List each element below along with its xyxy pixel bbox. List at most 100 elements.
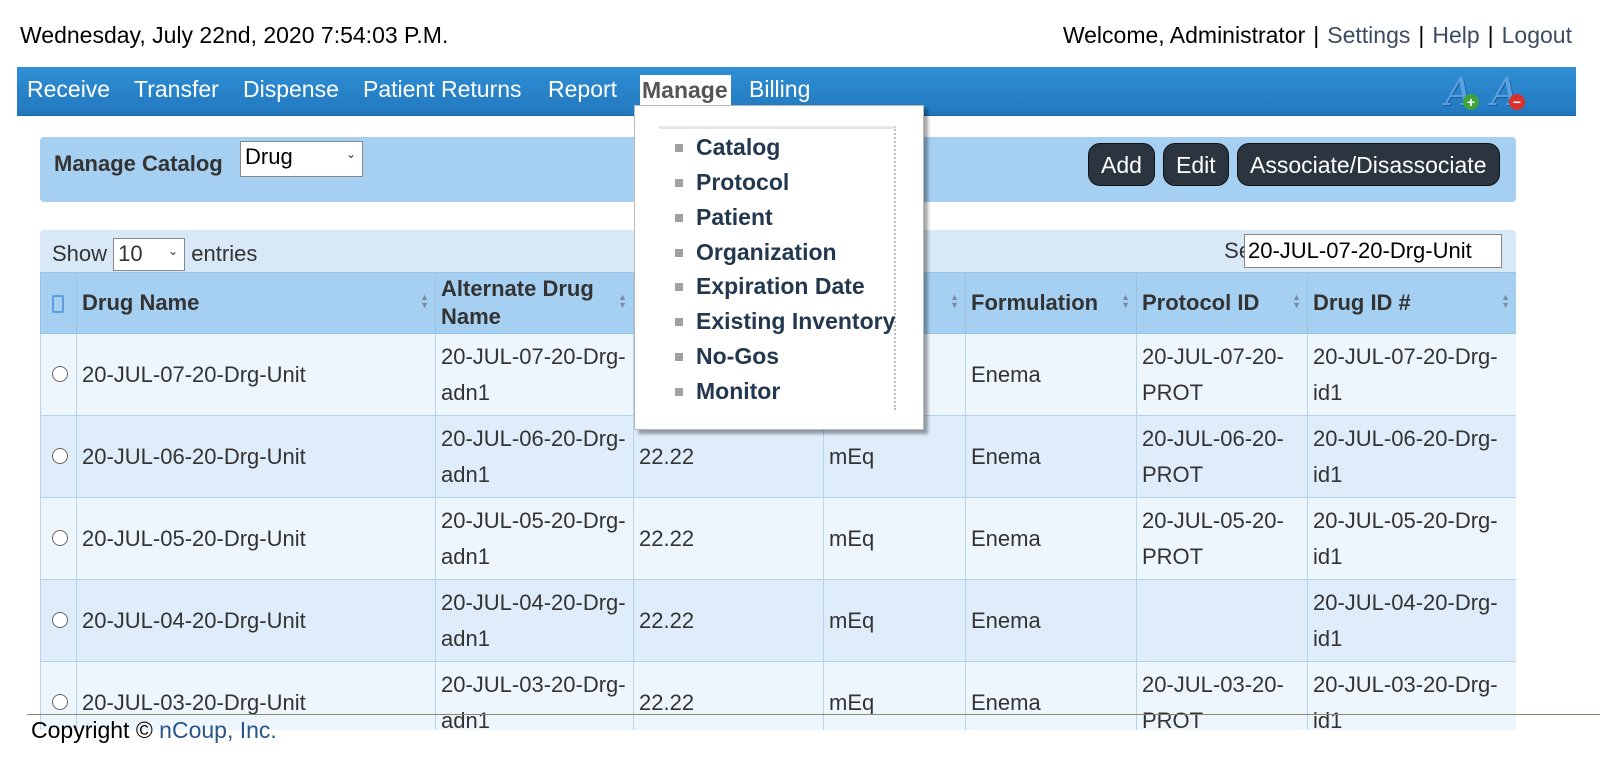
- nav-billing[interactable]: Billing: [749, 76, 810, 103]
- font-increase-icon[interactable]: A +: [1443, 70, 1479, 114]
- sort-icon: ▲ ▼: [950, 292, 959, 310]
- drug-name-cell: 20-JUL-07-20-Drg-Unit: [76, 333, 436, 416]
- nav-dispense[interactable]: Dispense: [243, 76, 339, 103]
- associate-disassociate-button[interactable]: Associate/Disassociate: [1237, 143, 1500, 186]
- top-bar: Wednesday, July 22nd, 2020 7:54:03 P.M. …: [20, 22, 1572, 52]
- font-decrease-icon[interactable]: A −: [1489, 70, 1525, 114]
- catalog-type-select[interactable]: Drug ⌄: [240, 141, 363, 177]
- drug-name-cell: 20-JUL-05-20-Drg-Unit: [76, 497, 436, 580]
- footer-divider: [27, 714, 1600, 715]
- unit-cell: mEq: [823, 579, 966, 662]
- col-formulation[interactable]: Formulation ▲ ▼: [965, 272, 1137, 334]
- manage-catalog-label: Manage Catalog: [54, 151, 223, 176]
- chevron-down-icon: ⌄: [168, 244, 179, 258]
- drug-id-cell: 20-JUL-04-20-Drg-id1: [1307, 579, 1516, 662]
- alternate-drug-name-cell: 20-JUL-07-20-Drg-adn1: [435, 333, 634, 416]
- row-select-cell[interactable]: [40, 579, 77, 662]
- help-link[interactable]: Help: [1432, 22, 1479, 48]
- sort-icon: ▲ ▼: [618, 292, 627, 310]
- bullet-icon: [675, 388, 683, 396]
- formulation-cell: Enema: [965, 415, 1137, 498]
- drug-name-cell: 20-JUL-04-20-Drg-Unit: [76, 579, 436, 662]
- bullet-icon: [675, 179, 683, 187]
- nav-transfer[interactable]: Transfer: [134, 76, 219, 103]
- row-select-cell[interactable]: [40, 415, 77, 498]
- col-alternate-drug-name[interactable]: Alternate Drug Name ▲ ▼: [435, 272, 634, 334]
- nav-report[interactable]: Report: [548, 76, 617, 103]
- col-drug-name[interactable]: Drug Name ▲ ▼: [76, 272, 436, 334]
- drug-id-cell: 20-JUL-05-20-Drg-id1: [1307, 497, 1516, 580]
- search-input[interactable]: [1244, 234, 1502, 268]
- strength-cell: 22.22: [633, 497, 824, 580]
- row-select-cell[interactable]: [40, 333, 77, 416]
- nav-patient-returns[interactable]: Patient Returns: [363, 76, 522, 103]
- nav-receive[interactable]: Receive: [27, 76, 110, 103]
- col-drug-id[interactable]: Drug ID # ▲ ▼: [1307, 272, 1516, 334]
- column-visibility-toggle[interactable]: [40, 272, 77, 334]
- current-datetime: Wednesday, July 22nd, 2020 7:54:03 P.M.: [20, 22, 449, 48]
- bullet-icon: [675, 214, 683, 222]
- edit-button[interactable]: Edit: [1163, 143, 1229, 186]
- bullet-icon: [675, 144, 683, 152]
- sort-icon: ▲ ▼: [1121, 292, 1130, 310]
- formulation-cell: Enema: [965, 661, 1137, 730]
- table-row[interactable]: 20-JUL-04-20-Drg-Unit 20-JUL-04-20-Drg-ad…: [40, 579, 1516, 662]
- row-radio[interactable]: [52, 447, 68, 464]
- protocol-id-cell: 20-JUL-05-20-PROT: [1136, 497, 1308, 580]
- chevron-down-icon: ⌄: [345, 147, 356, 161]
- menu-item-existing-inventory[interactable]: Existing Inventory: [675, 308, 895, 335]
- formulation-cell: Enema: [965, 579, 1137, 662]
- welcome-text: Welcome, Administrator: [1062, 22, 1306, 48]
- unit-cell: mEq: [823, 661, 966, 730]
- menu-item-catalog[interactable]: Catalog: [675, 134, 780, 161]
- row-radio[interactable]: [52, 611, 68, 628]
- alternate-drug-name-cell: 20-JUL-03-20-Drg-adn1: [435, 661, 634, 730]
- alternate-drug-name-cell: 20-JUL-04-20-Drg-adn1: [435, 579, 634, 662]
- strength-cell: 22.22: [633, 661, 824, 730]
- protocol-id-cell: 20-JUL-07-20-PROT: [1136, 333, 1308, 416]
- footer: Copyright © nCoup, Inc.: [31, 717, 277, 744]
- bullet-icon: [675, 283, 683, 291]
- sort-icon: ▲ ▼: [1501, 292, 1510, 310]
- menu-item-patient[interactable]: Patient: [675, 204, 773, 231]
- protocol-id-cell: 20-JUL-06-20-PROT: [1136, 415, 1308, 498]
- menu-item-monitor[interactable]: Monitor: [675, 378, 780, 405]
- formulation-cell: Enema: [965, 497, 1137, 580]
- bullet-icon: [675, 249, 683, 257]
- table-row[interactable]: 20-JUL-05-20-Drg-Unit 20-JUL-05-20-Drg-ad…: [40, 497, 1516, 580]
- menu-item-no-gos[interactable]: No-Gos: [675, 343, 779, 370]
- drug-id-cell: 20-JUL-03-20-Drg-id1: [1307, 661, 1516, 730]
- manage-dropdown-menu: Catalog Protocol Patient Organization Ex…: [634, 105, 924, 430]
- menu-item-protocol[interactable]: Protocol: [675, 169, 789, 196]
- row-radio[interactable]: [52, 365, 68, 382]
- user-area: Welcome, Administrator | Settings | Help | Log…: [1062, 22, 1572, 48]
- drug-name-cell: 20-JUL-06-20-Drg-Unit: [76, 415, 436, 498]
- bullet-icon: [675, 353, 683, 361]
- entries-select[interactable]: 10 ⌄: [113, 238, 186, 271]
- copyright-text: Copyright ©: [31, 717, 153, 743]
- row-radio[interactable]: [52, 693, 68, 710]
- bullet-icon: [675, 318, 683, 326]
- unit-cell: mEq: [823, 497, 966, 580]
- company-link[interactable]: nCoup, Inc.: [159, 717, 277, 743]
- column-visibility-icon: [52, 295, 64, 313]
- settings-link[interactable]: Settings: [1327, 22, 1410, 48]
- drug-id-cell: 20-JUL-06-20-Drg-id1: [1307, 415, 1516, 498]
- alternate-drug-name-cell: 20-JUL-06-20-Drg-adn1: [435, 415, 634, 498]
- menu-item-expiration-date[interactable]: Expiration Date: [675, 273, 865, 300]
- strength-cell: 22.22: [633, 579, 824, 662]
- drug-id-cell: 20-JUL-07-20-Drg-id1: [1307, 333, 1516, 416]
- col-protocol-id[interactable]: Protocol ID ▲ ▼: [1136, 272, 1308, 334]
- protocol-id-cell: [1136, 579, 1308, 662]
- add-button[interactable]: Add: [1088, 143, 1155, 186]
- menu-item-organization[interactable]: Organization: [675, 239, 837, 266]
- row-radio[interactable]: [52, 529, 68, 546]
- alternate-drug-name-cell: 20-JUL-05-20-Drg-adn1: [435, 497, 634, 580]
- row-select-cell[interactable]: [40, 497, 77, 580]
- entries-control: Show 10 ⌄ entries: [52, 238, 257, 271]
- sort-icon: ▲ ▼: [420, 292, 429, 310]
- formulation-cell: Enema: [965, 333, 1137, 416]
- logout-link[interactable]: Logout: [1502, 22, 1572, 48]
- sort-icon: ▲ ▼: [1292, 292, 1301, 310]
- catalog-type-value: Drug: [245, 144, 293, 169]
